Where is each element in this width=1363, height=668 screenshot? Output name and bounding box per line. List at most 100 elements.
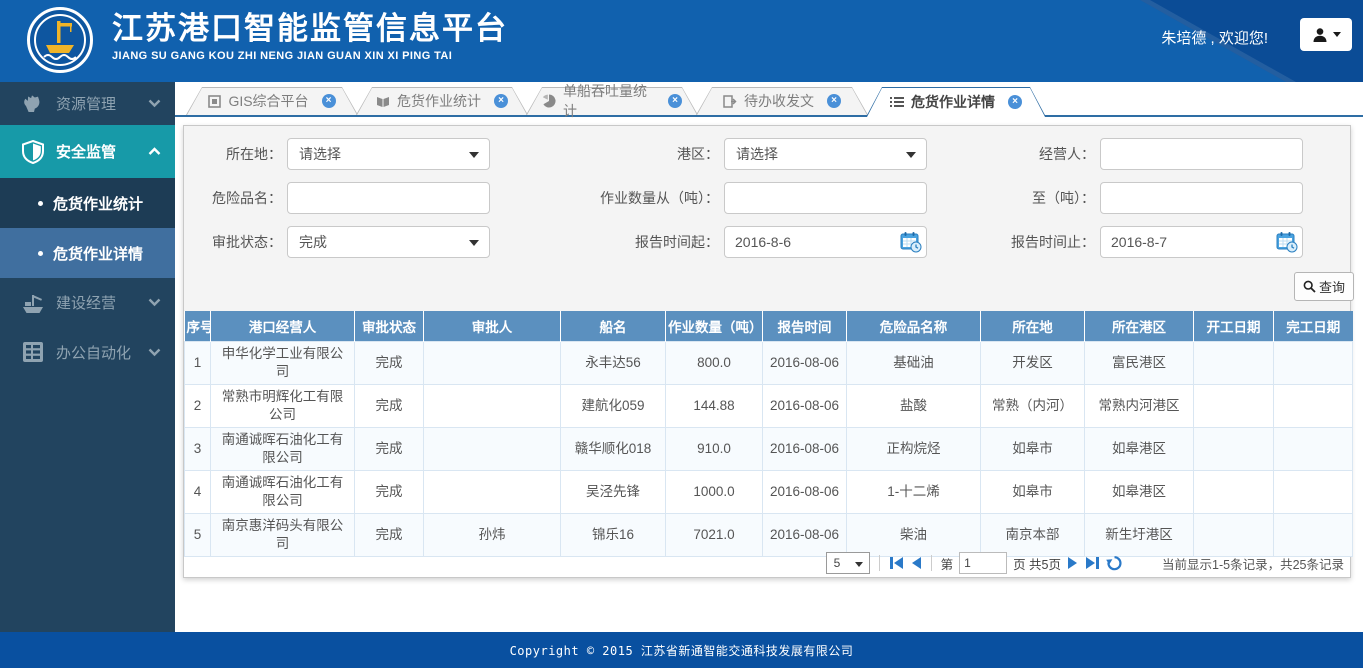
table-cell: 3 bbox=[184, 427, 211, 471]
table-cell: 910.0 bbox=[665, 427, 763, 471]
select-value: 请选择 bbox=[299, 146, 341, 162]
operator-input[interactable] bbox=[1100, 138, 1303, 170]
filter-field-quantity-to: 至（吨）： bbox=[963, 182, 1303, 214]
filter-area: 所在地： 请选择 港区： 请选择 经营人： 危险品名： 作业数量从（吨）： 至（… bbox=[184, 126, 1354, 311]
table-cell: 正构烷烃 bbox=[846, 427, 981, 471]
bullet-icon bbox=[38, 200, 43, 206]
table-cell: 完成 bbox=[354, 341, 424, 385]
table-cell: 南通诚晖石油化工有限公司 bbox=[210, 470, 355, 514]
table-cell: 完成 bbox=[354, 384, 424, 428]
user-menu-button[interactable] bbox=[1300, 18, 1352, 51]
person-icon bbox=[1313, 27, 1326, 42]
sidebar-item-office-automation[interactable]: 办公自动化 bbox=[0, 327, 175, 377]
document-export-icon bbox=[723, 94, 737, 108]
welcome-text: 朱培德 , 欢迎您! bbox=[1161, 30, 1268, 47]
list-icon bbox=[890, 96, 904, 108]
resource-icon bbox=[20, 91, 46, 117]
table-cell: 如皋市 bbox=[980, 470, 1085, 514]
select-value: 请选择 bbox=[736, 146, 778, 162]
pagination-bar: 5 第 页 共5页 当前显示1-5条记录，共25条记录 bbox=[184, 549, 1350, 577]
tab-dangerous-cargo-statistics[interactable]: 危货作业统计 × bbox=[356, 87, 528, 115]
column-header: 完工日期 bbox=[1273, 311, 1353, 342]
table-row[interactable]: 3 南通诚晖石油化工有限公司 完成 赣华顺化018 910.0 2016-08-06 正构烷… bbox=[184, 427, 1353, 471]
tab-single-ship-throughput[interactable]: 单船吞吐量统计 × bbox=[526, 83, 698, 119]
calendar-icon[interactable] bbox=[900, 231, 922, 253]
tab-close-icon[interactable]: × bbox=[494, 94, 508, 108]
table-cell: 1000.0 bbox=[665, 470, 763, 514]
tab-pending-documents[interactable]: 待办收发文 × bbox=[696, 87, 868, 115]
tab-close-icon[interactable]: × bbox=[321, 94, 336, 108]
table-cell: 144.88 bbox=[665, 384, 763, 428]
approval-status-select[interactable]: 完成 bbox=[287, 226, 490, 258]
sidebar: 资源管理 安全监管 危货作业统计 危货作业详情 建设经营 办公自动化 bbox=[0, 82, 175, 632]
table-cell: 赣华顺化018 bbox=[560, 427, 666, 471]
search-icon bbox=[1303, 280, 1316, 293]
table-row[interactable]: 1 申华化学工业有限公司 完成 永丰达56 800.0 2016-08-06 基础油 开发区富… bbox=[184, 341, 1353, 385]
field-label: 港区： bbox=[677, 146, 719, 162]
tab-close-icon[interactable]: × bbox=[1008, 95, 1022, 109]
filter-field-operator: 经营人： bbox=[963, 138, 1303, 170]
tab-close-icon[interactable]: × bbox=[827, 94, 841, 108]
previous-page-icon[interactable] bbox=[910, 556, 922, 570]
calendar-icon[interactable] bbox=[1276, 231, 1298, 253]
quantity-to-input[interactable] bbox=[1100, 182, 1303, 214]
chevron-down-icon bbox=[1332, 32, 1341, 37]
page-number-input[interactable] bbox=[959, 552, 1008, 574]
refresh-icon[interactable] bbox=[1106, 555, 1122, 571]
table-cell bbox=[1193, 384, 1274, 428]
filter-field-report-date-from: 报告时间起： bbox=[564, 226, 927, 258]
table-header-row: 序号港口经营人审批状态审批人船名作业数量（吨）报告时间危险品名称所在地所在港区开… bbox=[184, 311, 1353, 342]
table-cell: 常熟内河港区 bbox=[1084, 384, 1194, 428]
page-size-value: 5 bbox=[833, 556, 841, 570]
table-cell: 2016-08-06 bbox=[762, 427, 847, 471]
field-label: 报告时间起： bbox=[635, 234, 719, 250]
record-summary: 当前显示1-5条记录，共25条记录 bbox=[1162, 557, 1344, 572]
field-label: 作业数量从（吨）： bbox=[600, 190, 719, 206]
sidebar-item-dangerous-cargo-details[interactable]: 危货作业详情 bbox=[0, 228, 175, 278]
column-header: 报告时间 bbox=[762, 311, 847, 342]
table-cell: 盐酸 bbox=[846, 384, 981, 428]
tab-label: 单船吞吐量统计 bbox=[563, 83, 647, 119]
field-label: 报告时间止： bbox=[1011, 234, 1095, 250]
next-page-icon[interactable] bbox=[1067, 556, 1079, 570]
chevron-down-icon bbox=[148, 95, 161, 112]
page-footer: Copyright © 2015 江苏省新通智能交通科技发展有限公司 bbox=[0, 632, 1363, 668]
report-date-from-input[interactable] bbox=[724, 226, 927, 258]
sidebar-item-label: 安全监管 bbox=[56, 144, 117, 161]
port-area-select[interactable]: 请选择 bbox=[724, 138, 927, 170]
table-cell: 2016-08-06 bbox=[762, 341, 847, 385]
tab-label: 待办收发文 bbox=[744, 93, 814, 109]
location-select[interactable]: 请选择 bbox=[287, 138, 490, 170]
sidebar-item-resource-management[interactable]: 资源管理 bbox=[0, 82, 175, 125]
table-cell bbox=[423, 470, 561, 514]
table-cell: 如皋市 bbox=[980, 427, 1085, 471]
dangerous-goods-name-input[interactable] bbox=[287, 182, 490, 214]
tab-dangerous-cargo-details[interactable]: 危货作业详情 × bbox=[866, 87, 1046, 117]
sidebar-item-label: 危货作业统计 bbox=[53, 195, 144, 213]
table-cell bbox=[1273, 341, 1353, 385]
table-cell bbox=[1273, 384, 1353, 428]
sidebar-item-safety-supervision[interactable]: 安全监管 bbox=[0, 125, 175, 178]
table-cell bbox=[423, 341, 561, 385]
sidebar-item-construction-operation[interactable]: 建设经营 bbox=[0, 278, 175, 327]
search-button[interactable]: 查询 bbox=[1294, 272, 1354, 301]
gis-icon bbox=[208, 94, 222, 108]
sidebar-item-dangerous-cargo-statistics[interactable]: 危货作业统计 bbox=[0, 178, 175, 228]
page-size-select[interactable]: 5 bbox=[825, 552, 870, 574]
report-date-to-input[interactable] bbox=[1100, 226, 1303, 258]
first-page-icon[interactable] bbox=[889, 556, 904, 570]
table-row[interactable]: 4 南通诚晖石油化工有限公司 完成 吴泾先锋 1000.0 2016-08-06 1-十二烯… bbox=[184, 470, 1353, 514]
field-label: 危险品名： bbox=[212, 190, 282, 206]
chevron-up-icon bbox=[148, 143, 161, 160]
table-row[interactable]: 2 常熟市明辉化工有限公司 完成 建航化059 144.88 2016-08-06 盐酸 常熟… bbox=[184, 384, 1353, 428]
column-header: 所在港区 bbox=[1084, 311, 1194, 342]
table-cell: 建航化059 bbox=[560, 384, 666, 428]
table-cell: 如皋港区 bbox=[1084, 470, 1194, 514]
quantity-from-input[interactable] bbox=[724, 182, 927, 214]
last-page-icon[interactable] bbox=[1085, 556, 1100, 570]
column-header: 审批人 bbox=[423, 311, 561, 342]
tab-close-icon[interactable]: × bbox=[668, 94, 682, 108]
tab-gis-platform[interactable]: GIS综合平台 × bbox=[186, 87, 358, 115]
chevron-down-icon bbox=[469, 240, 479, 246]
ship-crane-icon bbox=[20, 290, 46, 316]
